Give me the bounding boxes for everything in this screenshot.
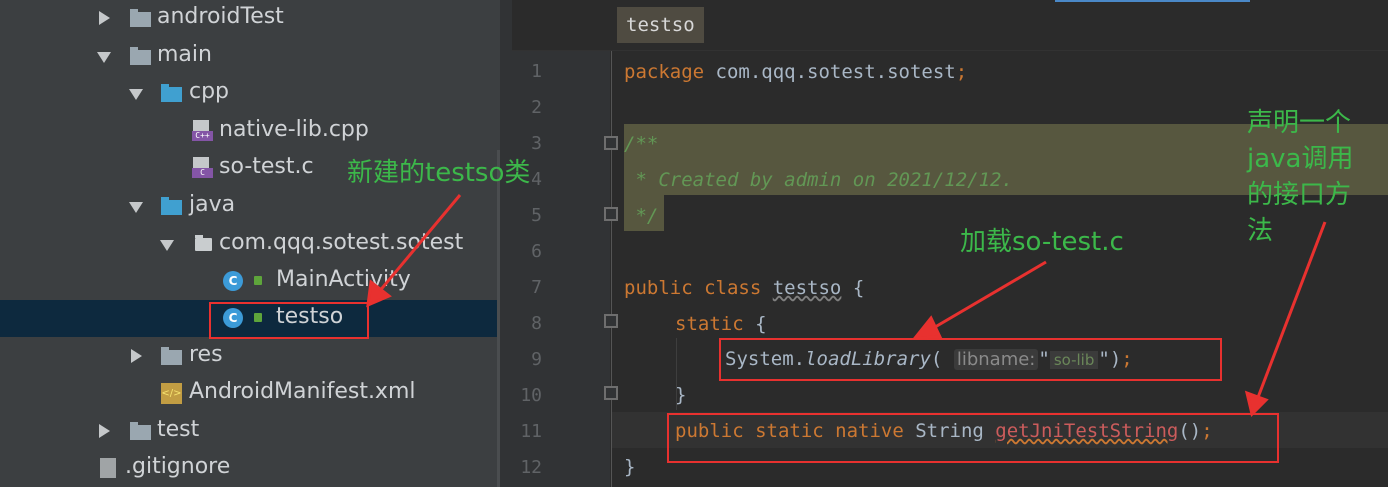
arrow-to-testso <box>376 194 462 294</box>
arrow-to-native-method <box>1255 221 1327 401</box>
annotation-arrows <box>366 194 1327 417</box>
arrow-head-icon <box>1244 390 1269 417</box>
arrow-head-icon <box>911 315 943 340</box>
arrow-to-loadlibrary <box>929 260 1047 332</box>
